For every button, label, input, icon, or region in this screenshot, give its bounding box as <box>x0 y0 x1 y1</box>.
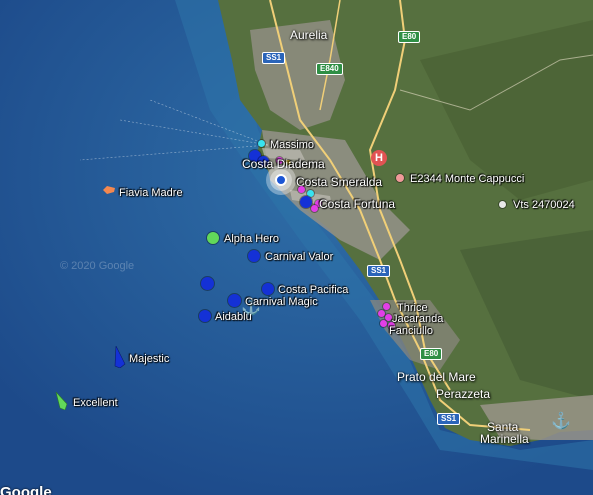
station-label-vts[interactable]: Vts 2470024 <box>513 199 575 211</box>
vessel-label-costa-smeralda[interactable]: Costa Smeralda <box>296 176 382 188</box>
station-marker[interactable] <box>499 201 506 208</box>
vessel-label-fiavia-madre[interactable]: Fiavia Madre <box>119 187 183 199</box>
vessel-marker[interactable] <box>207 232 219 244</box>
vessel-arrow-icon[interactable] <box>113 346 127 368</box>
place-label-perazzeta: Perazzeta <box>436 387 491 401</box>
vessel-arrow-icon[interactable] <box>103 186 115 194</box>
vessel-marker[interactable] <box>380 320 387 327</box>
place-label-prato-del-mare: Prato del Mare <box>397 370 476 384</box>
vessel-marker[interactable] <box>385 314 392 321</box>
selected-vessel-target-icon[interactable] <box>270 169 292 191</box>
vessel-label-excellent[interactable]: Excellent <box>73 397 118 409</box>
vessel-marker[interactable] <box>199 310 211 322</box>
google-logo: Google <box>0 484 52 495</box>
vessel-label-costa-fortuna[interactable]: Costa Fortuna <box>319 198 395 210</box>
vessel-marker[interactable] <box>228 294 241 307</box>
road-shield-e840: E840 <box>316 63 343 75</box>
map-watermark: © 2020 Google <box>60 260 135 272</box>
road-shield-ss1: SS1 <box>367 265 391 277</box>
vessel-label-carnival-magic[interactable]: Carnival Magic <box>245 296 318 308</box>
road-shield-e80: E80 <box>420 348 443 360</box>
vessel-marker[interactable] <box>201 277 214 290</box>
map-view[interactable]: © 2020 Google Aurelia Prato del Mare Per… <box>0 0 593 495</box>
vessel-marker[interactable] <box>262 283 274 295</box>
vessel-label-jacaranda[interactable]: Jacaranda <box>392 313 443 325</box>
vessel-label-costa-diadema[interactable]: Costa Diadema <box>242 158 325 170</box>
vessel-marker[interactable] <box>248 250 260 262</box>
vessel-marker[interactable] <box>383 303 390 310</box>
station-marker[interactable] <box>396 174 404 182</box>
road-shield-e80: E80 <box>398 31 421 43</box>
vessel-label-fanciullo[interactable]: Fanciullo <box>389 325 433 337</box>
vessel-label-carnival-valor[interactable]: Carnival Valor <box>265 251 333 263</box>
vessel-arrow-icon[interactable] <box>55 392 69 410</box>
vessel-label-majestic[interactable]: Majestic <box>129 353 169 365</box>
road-shield-ss1: SS1 <box>262 52 286 64</box>
vessel-marker[interactable] <box>378 310 385 317</box>
vessel-label-costa-pacifica[interactable]: Costa Pacifica <box>278 284 348 296</box>
vessel-marker[interactable] <box>298 186 305 193</box>
station-label-monte-cappucci[interactable]: E2344 Monte Cappucci <box>410 173 524 185</box>
road-shield-ss1: SS1 <box>437 413 461 425</box>
place-label-marinella: Marinella <box>480 432 529 446</box>
vessel-marker[interactable] <box>258 140 265 147</box>
anchorage-icon[interactable]: ⚓ <box>551 414 571 430</box>
vessel-marker[interactable] <box>300 196 312 208</box>
vessel-label-aidablu[interactable]: Aidablu <box>215 311 252 323</box>
vessel-marker[interactable] <box>311 205 318 212</box>
hospital-icon[interactable]: H <box>371 150 387 166</box>
vessel-label-massimo[interactable]: Massimo <box>270 139 314 151</box>
vessel-label-alpha-hero[interactable]: Alpha Hero <box>224 233 279 245</box>
place-label-aurelia: Aurelia <box>290 28 328 42</box>
